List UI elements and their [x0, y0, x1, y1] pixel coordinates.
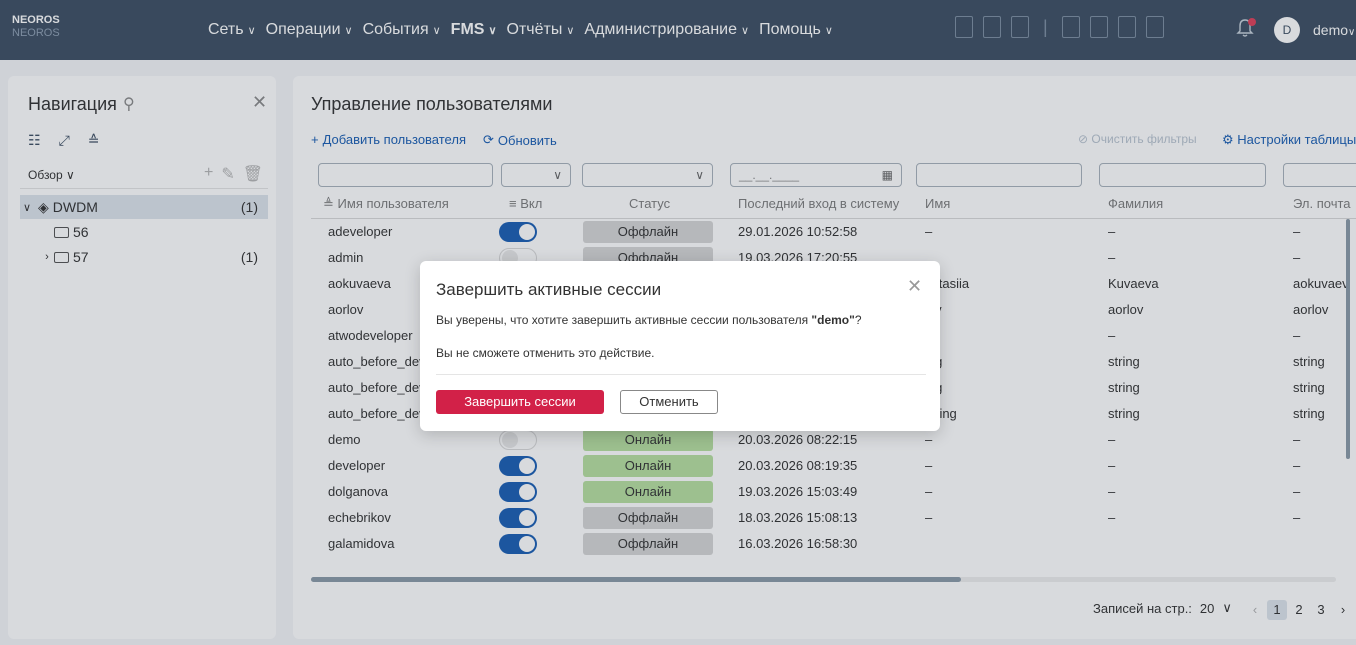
dialog-title: Завершить активные сессии [436, 280, 662, 299]
dialog-message-end: ? [854, 313, 862, 327]
divider [436, 374, 926, 375]
dialog-message-text: Вы уверены, что хотите завершить активны… [436, 313, 812, 327]
close-icon[interactable]: ✕ [907, 276, 922, 297]
dialog-message: Вы уверены, что хотите завершить активны… [436, 313, 862, 327]
cancel-button[interactable]: Отменить [620, 390, 718, 414]
terminate-sessions-dialog: Завершить активные сессии ✕ Вы уверены, … [420, 261, 940, 431]
terminate-sessions-button[interactable]: Завершить сессии [436, 390, 604, 414]
dialog-warning: Вы не сможете отменить это действие. [436, 346, 655, 360]
dialog-target-user: "demo" [811, 313, 855, 327]
